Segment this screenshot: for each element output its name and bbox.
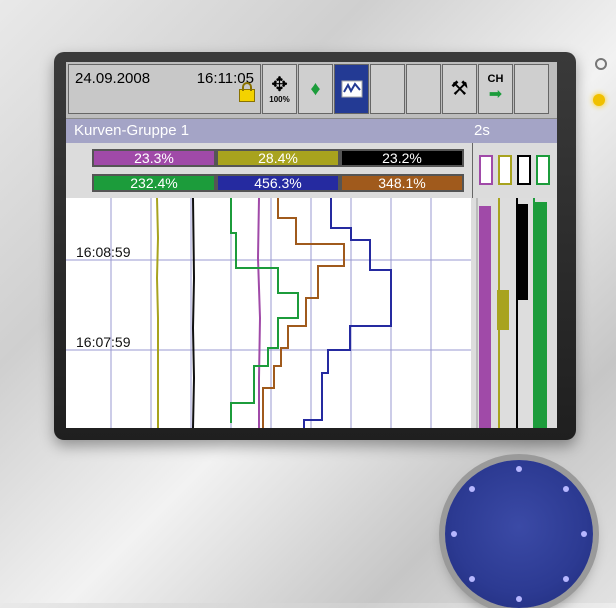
knob-dot	[469, 486, 475, 492]
group-header: Kurven-Gruppe 1 2s	[66, 119, 557, 143]
alarm-button[interactable]: ♦	[298, 64, 333, 114]
bargraph-panel	[471, 198, 557, 428]
knob-dot	[563, 486, 569, 492]
lock-icon	[239, 82, 255, 102]
tools-icon: ⚒	[450, 78, 469, 100]
diamond-arrows-icon: ✥	[271, 73, 288, 96]
recording-interval: 2s	[474, 122, 490, 139]
knob-dot	[516, 596, 522, 602]
waveform-icon	[341, 80, 362, 98]
channel-value-1: 23.3%	[92, 149, 216, 167]
legend-swatch-2	[498, 155, 512, 185]
legend-swatch-3	[517, 155, 531, 185]
channel-value-3: 23.2%	[340, 149, 464, 167]
group-name: Kurven-Gruppe 1	[74, 122, 190, 139]
channel-switch-button[interactable]: CH ➡	[478, 64, 513, 114]
knob-dot	[563, 576, 569, 582]
channel-value-4: 232.4%	[92, 174, 216, 192]
time-label-2: 16:07:59	[76, 334, 131, 350]
toolbar: 24.09.2008 16:11:05 ✥ 100% ♦ ⚒ CH ➡	[66, 62, 557, 119]
knob-dot	[516, 466, 522, 472]
settings-button[interactable]: ⚒	[442, 64, 477, 114]
time-label-1: 16:08:59	[76, 244, 131, 260]
channel-value-5: 456.3%	[216, 174, 340, 192]
navigation-knob[interactable]	[445, 460, 593, 608]
trend-curves	[66, 197, 471, 428]
trend-plot[interactable]: 16:08:59 16:07:59	[66, 197, 557, 428]
channel-arrow-icon: ➡	[488, 86, 503, 103]
alarm-bell-icon: ♦	[310, 78, 321, 100]
knob-dot	[451, 531, 457, 537]
empty-button-2[interactable]	[406, 64, 441, 114]
zoom-label: 100%	[269, 94, 290, 104]
bargraph	[476, 198, 547, 428]
status-led	[593, 94, 605, 106]
channel-label: CH	[487, 73, 504, 85]
knob-dot	[469, 576, 475, 582]
empty-button-3[interactable]	[514, 64, 549, 114]
channel-value-2: 28.4%	[216, 149, 340, 167]
recorder-screen: 24.09.2008 16:11:05 ✥ 100% ♦ ⚒ CH ➡ Kurv…	[66, 62, 557, 428]
datetime-panel: 24.09.2008 16:11:05	[68, 64, 261, 114]
legend-swatch-4	[536, 155, 550, 185]
status-date: 24.09.2008	[75, 70, 151, 87]
channel-value-6: 348.1%	[340, 174, 464, 192]
navigation-button[interactable]: ✥ 100%	[262, 64, 297, 114]
channel-legend	[472, 143, 557, 198]
knob-dot	[581, 531, 587, 537]
curve-view-button[interactable]	[334, 64, 369, 114]
legend-swatch-1	[479, 155, 493, 185]
power-led	[595, 58, 607, 70]
empty-button-1[interactable]	[370, 64, 405, 114]
channel-values: 23.3% 28.4% 23.2% 232.4% 456.3% 348.1%	[66, 143, 472, 198]
